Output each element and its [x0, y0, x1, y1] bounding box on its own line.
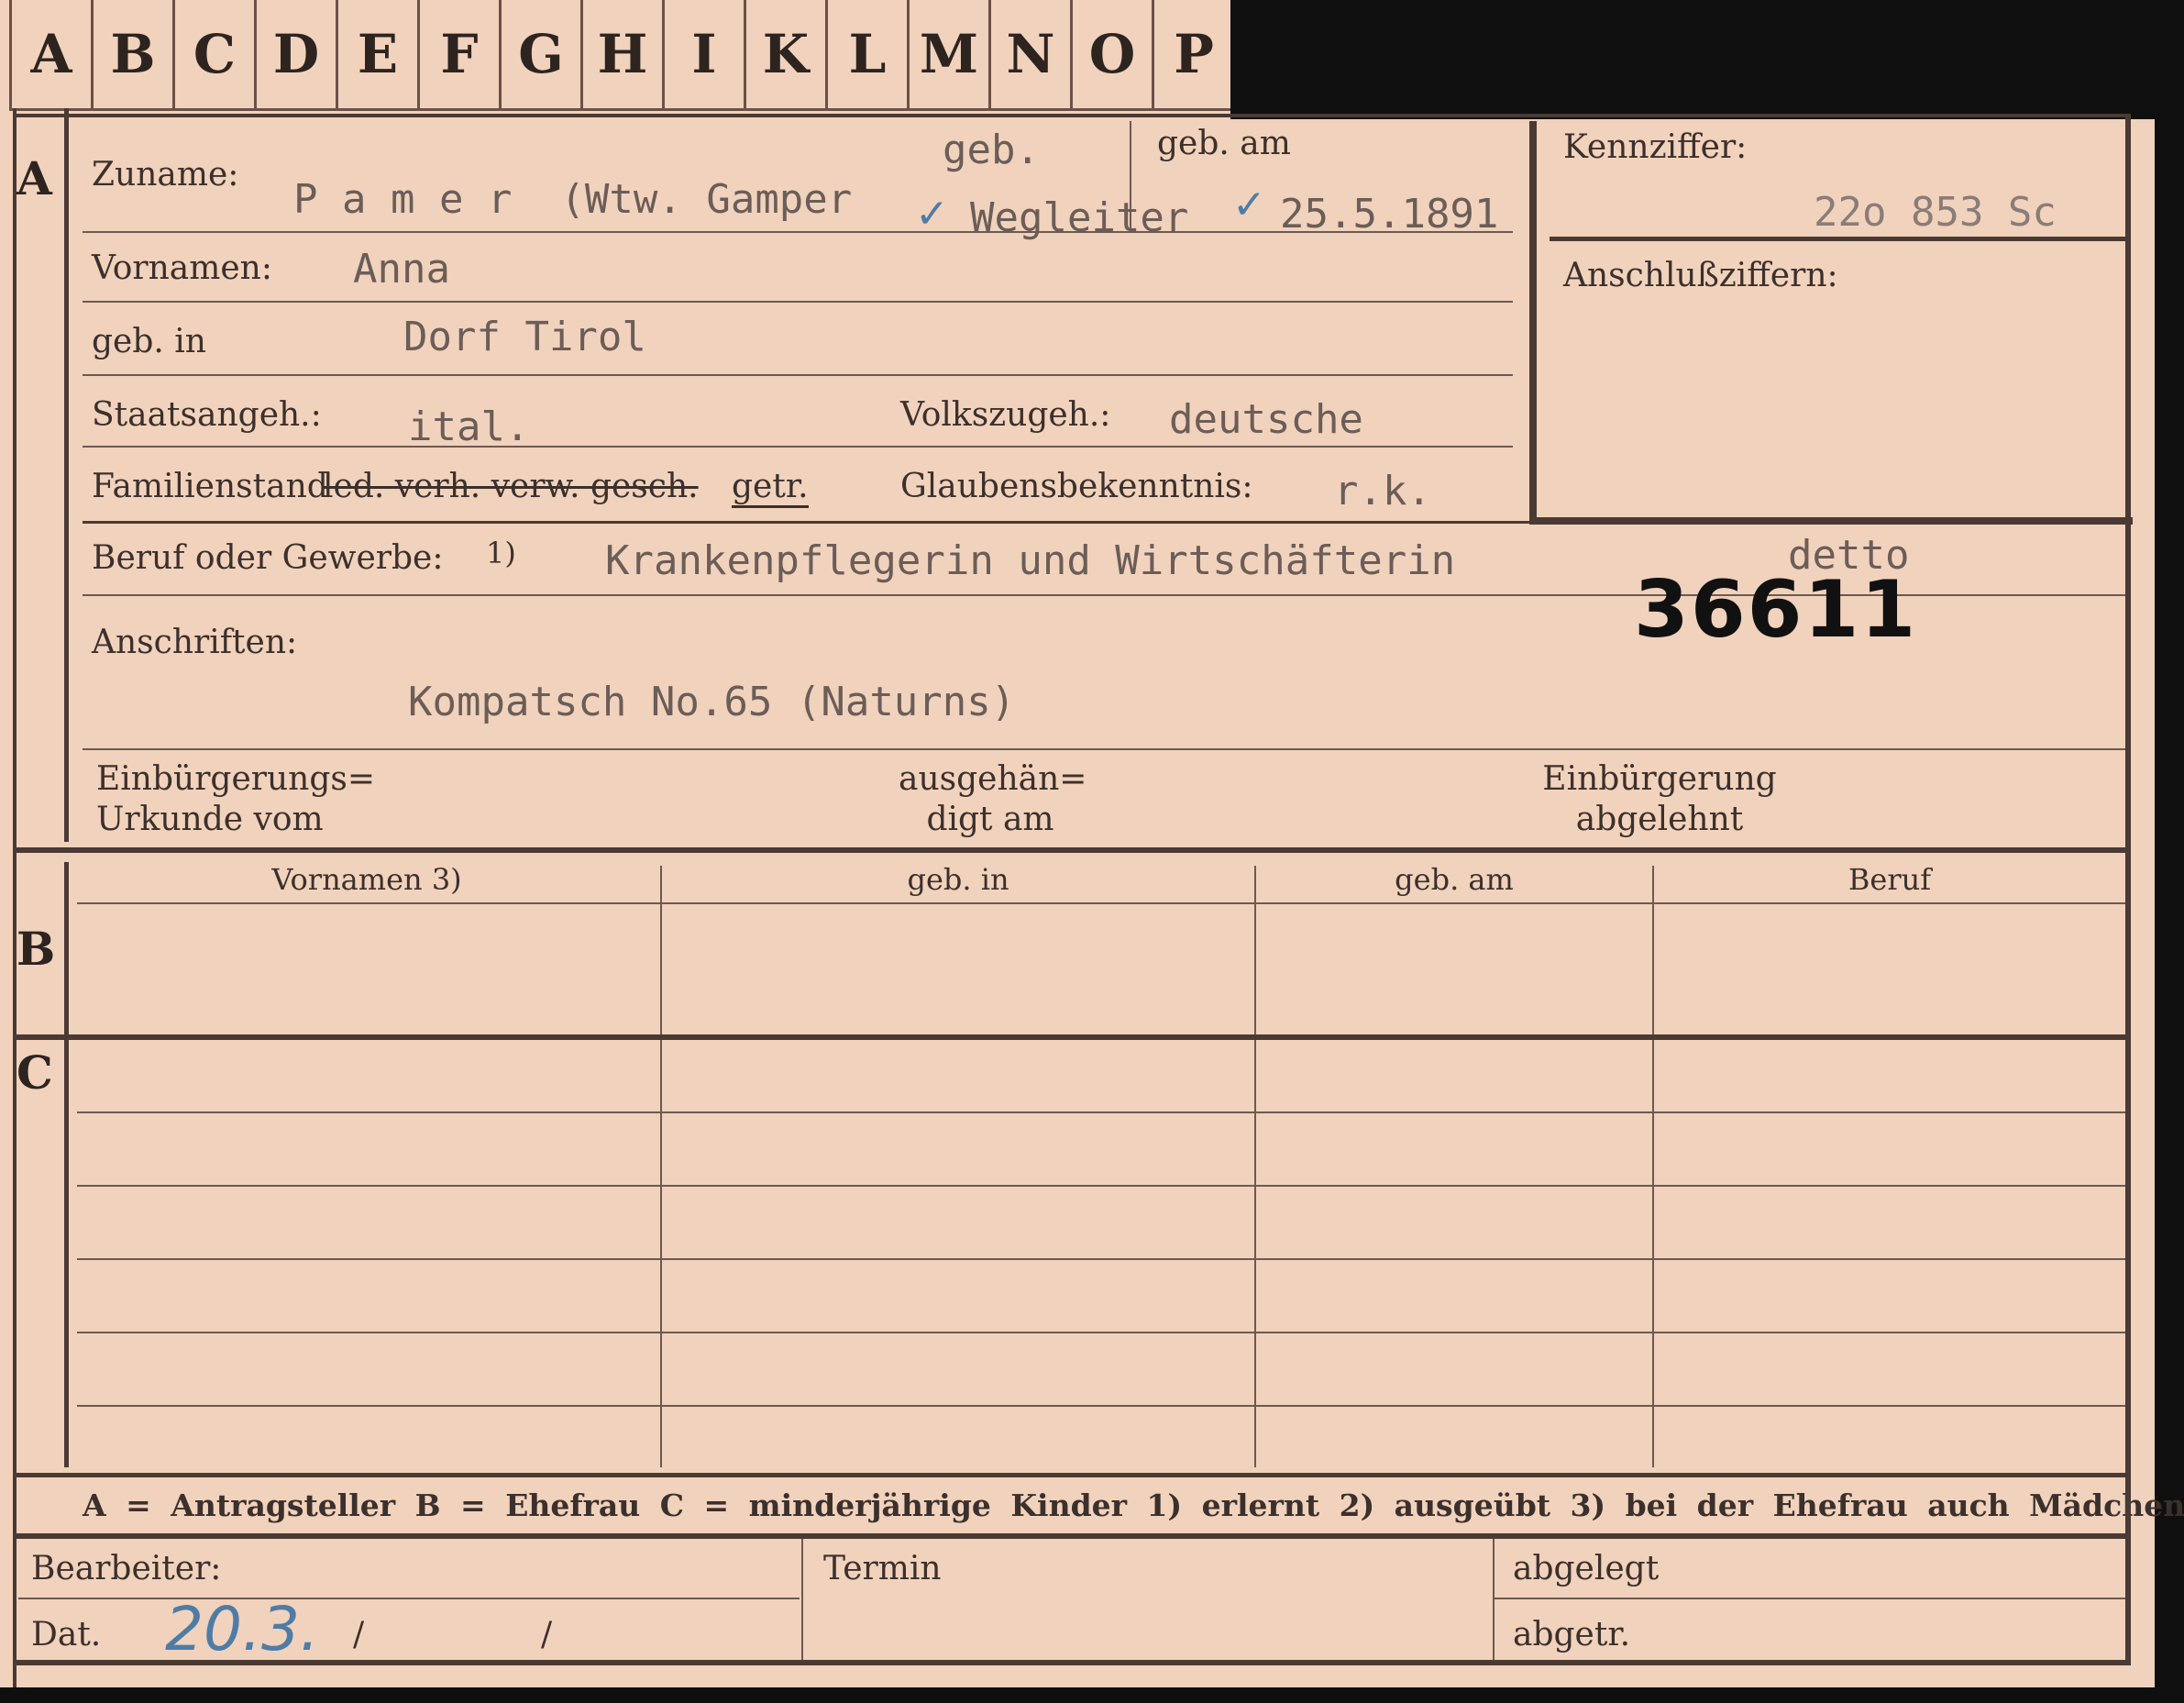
- section-a-letter: A: [17, 151, 52, 205]
- column-divider: [1652, 866, 1654, 1467]
- row-rule: [83, 374, 1513, 376]
- tab-n[interactable]: N: [991, 0, 1073, 111]
- tab-k[interactable]: K: [746, 0, 828, 111]
- glauben-value: r.k.: [1334, 468, 1431, 514]
- table-row: [77, 1111, 2125, 1113]
- table-row: [77, 1332, 2125, 1333]
- table-row: [77, 1405, 2125, 1407]
- tab-a[interactable]: A: [9, 0, 94, 111]
- tab-b[interactable]: B: [94, 0, 175, 111]
- b-column-vornamen: Vornamen 3): [271, 862, 462, 897]
- kennziffer-label: Kennziffer:: [1563, 128, 1748, 166]
- date-slash: /: [353, 1616, 365, 1653]
- bearbeiter-label: Bearbeiter:: [31, 1550, 222, 1587]
- familien-struck: led. verh. verw. gesch.: [323, 468, 699, 505]
- geb-label: geb.: [943, 127, 1040, 173]
- footer-divider: [801, 1539, 803, 1660]
- footer-rule: [18, 1598, 800, 1599]
- dat-label: Dat.: [31, 1616, 102, 1653]
- row-rule: [83, 231, 1513, 233]
- staat-value: ital.: [408, 404, 530, 450]
- column-divider: [660, 866, 662, 1467]
- top-border: [13, 114, 2127, 117]
- beruf-value: Krankenpflegerin und Wirtschäfterin: [605, 537, 1456, 584]
- zuname-label: Zuname:: [92, 156, 239, 194]
- black-background: [1230, 0, 2184, 119]
- tab-p[interactable]: P: [1154, 0, 1236, 111]
- abgetr-label: abgetr.: [1513, 1616, 1631, 1653]
- staat-label: Staatsangeh.:: [92, 396, 322, 434]
- termin-label: Termin: [823, 1550, 942, 1587]
- tab-d[interactable]: D: [257, 0, 338, 111]
- alphabet-tabs: ABCDEFGHIKLMNOP: [9, 0, 1236, 111]
- table-row: [77, 1258, 2125, 1260]
- index-card: ABCDEFGHIKLMNOP A B C Kennziffer: 22o 85…: [0, 0, 2184, 1687]
- footer-rule: [1495, 1598, 2125, 1599]
- bottom-border: [13, 1660, 2127, 1665]
- right-border: [2125, 114, 2131, 1665]
- vornamen-value: Anna: [353, 246, 450, 293]
- beruf-note: 1): [486, 536, 516, 570]
- section-bc-divider: [64, 862, 69, 1467]
- footer-divider: [1493, 1539, 1495, 1660]
- b-column-gebin: geb. in: [907, 862, 1009, 897]
- ausgeh-label: ausgehän= digt am: [899, 760, 1087, 838]
- volk-value: deutsche: [1169, 396, 1363, 443]
- handwritten-date: 20.3.: [165, 1594, 319, 1664]
- kennziffer-box: [1529, 121, 2133, 525]
- tab-e[interactable]: E: [338, 0, 420, 111]
- section-rule: [13, 1034, 2127, 1040]
- kennziffer-rule: [1550, 237, 2125, 241]
- gebam-label: geb. am: [1157, 125, 1291, 162]
- tab-i[interactable]: I: [665, 0, 746, 111]
- row-rule: [83, 521, 2125, 524]
- abgelehnt-label: Einbürgerung abgelehnt: [1542, 760, 1777, 838]
- geb-divider: [1130, 121, 1131, 231]
- zuname-value: P a m e r (Wtw. Gamper: [293, 176, 853, 223]
- checkmark-icon: ✓: [1232, 182, 1266, 228]
- section-rule: [13, 847, 2127, 853]
- anschlusziffern-label: Anschlußziffern:: [1563, 257, 1838, 294]
- tab-h[interactable]: H: [583, 0, 665, 111]
- abgelegt-label: abgelegt: [1513, 1550, 1660, 1587]
- row-rule: [83, 748, 2125, 750]
- table-row: [77, 1185, 2125, 1187]
- gebin-value: Dorf Tirol: [403, 314, 646, 360]
- glauben-label: Glaubensbekenntnis:: [900, 468, 1253, 505]
- geb-value: Wegleiter: [970, 194, 1189, 241]
- section-c-letter: C: [17, 1045, 53, 1100]
- tab-o[interactable]: O: [1073, 0, 1154, 111]
- row-rule: [83, 301, 1513, 303]
- b-column-gebam: geb. am: [1395, 862, 1514, 897]
- familien-value: getr.: [732, 468, 809, 508]
- tab-g[interactable]: G: [502, 0, 583, 111]
- section-a-divider: [64, 108, 69, 842]
- vornamen-label: Vornamen:: [92, 249, 272, 287]
- tab-m[interactable]: M: [910, 0, 991, 111]
- volk-label: Volkszugeh.:: [900, 396, 1111, 434]
- anschriften-value: Kompatsch No.65 (Naturns): [408, 679, 1016, 725]
- tab-f[interactable]: F: [420, 0, 502, 111]
- header-rule: [77, 902, 2125, 904]
- left-border: [13, 108, 17, 1687]
- date-slash: /: [541, 1616, 553, 1653]
- column-divider: [1254, 866, 1256, 1467]
- tab-c[interactable]: C: [175, 0, 257, 111]
- kennziffer-value: 22o 853 Sc: [1814, 189, 2057, 236]
- anschriften-label: Anschriften:: [92, 624, 298, 661]
- beruf-label: Beruf oder Gewerbe:: [92, 539, 444, 577]
- section-rule: [13, 1473, 2127, 1477]
- b-column-beruf: Beruf: [1848, 862, 1932, 897]
- gebin-label: geb. in: [92, 323, 206, 360]
- tab-l[interactable]: L: [828, 0, 910, 111]
- familien-label: Familienstand: [92, 468, 328, 505]
- section-b-letter: B: [17, 922, 56, 976]
- section-rule: [13, 1533, 2127, 1539]
- stamp-number: 36611: [1634, 564, 1918, 656]
- einb-label: Einbürgerungs= Urkunde vom: [96, 760, 376, 838]
- legend: A = Antragsteller B = Ehefrau C = minder…: [83, 1487, 2184, 1523]
- row-rule: [83, 446, 1513, 448]
